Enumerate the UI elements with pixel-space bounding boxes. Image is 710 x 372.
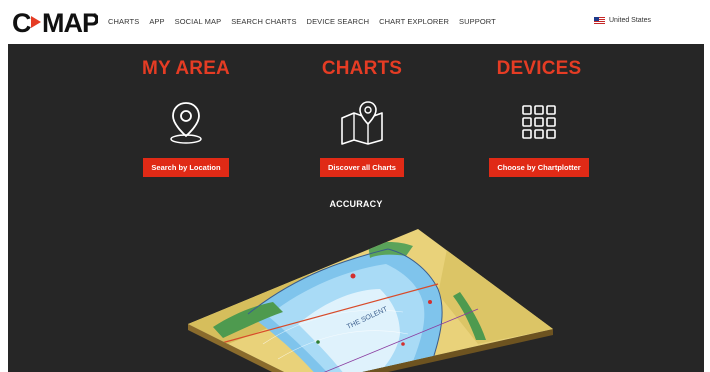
svg-text:MAP: MAP xyxy=(42,9,98,35)
discover-all-charts-button[interactable]: Discover all Charts xyxy=(320,158,404,177)
hero-panel: THE SOLENT MY AREA Search by Location CH… xyxy=(8,44,704,372)
location-pin-icon xyxy=(170,102,202,144)
grid-icon xyxy=(522,105,556,139)
nav-support[interactable]: SUPPORT xyxy=(459,17,496,26)
locale-selector[interactable]: United States xyxy=(594,17,651,24)
section-title: CHARTS xyxy=(321,58,403,79)
nav-device-search[interactable]: DEVICE SEARCH xyxy=(307,17,370,26)
map-pin-icon xyxy=(341,101,383,145)
svg-text:®: ® xyxy=(93,12,97,19)
nav-social-map[interactable]: SOCIAL MAP xyxy=(175,17,222,26)
nav-search-charts[interactable]: SEARCH CHARTS xyxy=(231,17,296,26)
cmap-logo[interactable]: C MAP ® xyxy=(12,9,98,35)
top-nav: C MAP ® CHARTS APP SOCIAL MAP SEARCH CHA… xyxy=(0,0,710,44)
nav-charts[interactable]: CHARTS xyxy=(108,17,139,26)
nav-chart-explorer[interactable]: CHART EXPLORER xyxy=(379,17,449,26)
section-title: DEVICES xyxy=(496,58,582,79)
us-flag-icon xyxy=(594,17,605,24)
section-my-area: MY AREA Search by Location xyxy=(96,58,276,177)
nav-app[interactable]: APP xyxy=(149,17,164,26)
accuracy-heading: ACCURACY xyxy=(329,199,383,209)
locale-label: United States xyxy=(609,17,652,24)
section-charts: CHARTS Discover all Charts xyxy=(272,58,452,177)
svg-text:C: C xyxy=(12,9,31,35)
search-by-location-button[interactable]: Search by Location xyxy=(143,158,229,177)
main-menu: CHARTS APP SOCIAL MAP SEARCH CHARTS DEVI… xyxy=(108,17,496,26)
choose-by-chartplotter-button[interactable]: Choose by Chartplotter xyxy=(489,158,589,177)
section-devices: DEVICES Choose by Chartplotter xyxy=(449,58,629,177)
section-title: MY AREA xyxy=(142,58,230,79)
